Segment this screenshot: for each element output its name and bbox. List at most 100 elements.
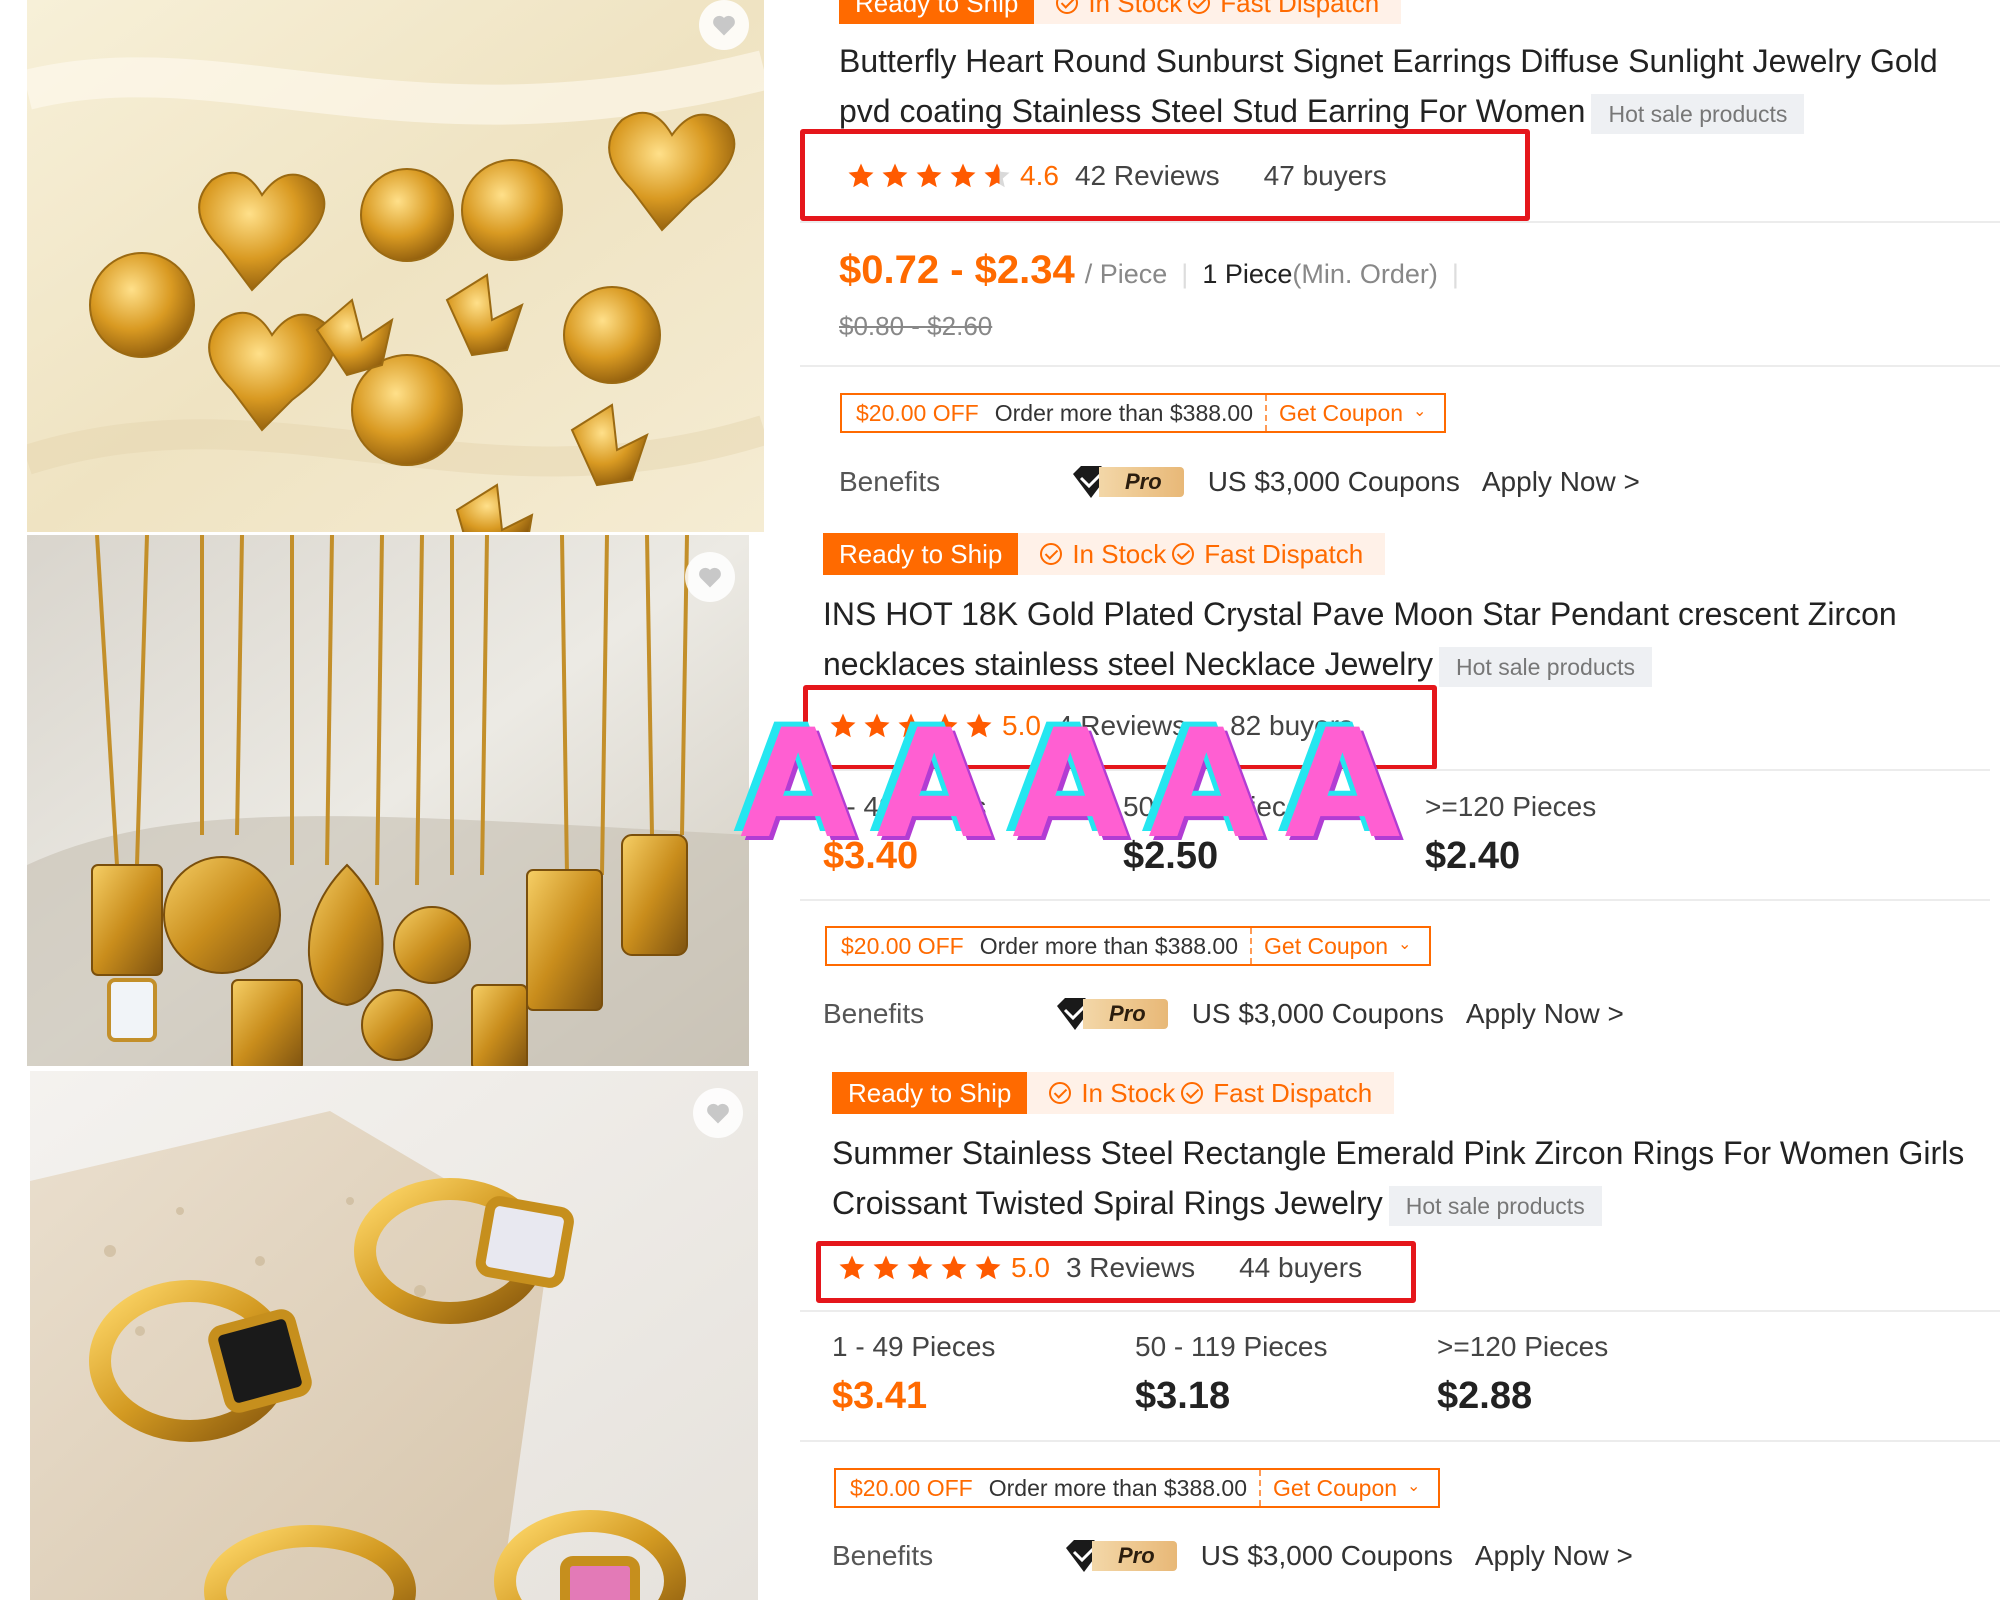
favorite-button[interactable] bbox=[685, 552, 735, 602]
benefits-label: Benefits bbox=[839, 466, 941, 497]
star-icon bbox=[916, 163, 942, 188]
favorite-button[interactable] bbox=[693, 1088, 743, 1138]
rating-score: 4.6 bbox=[1020, 160, 1059, 191]
get-coupon-button[interactable]: Get Coupon bbox=[1267, 400, 1444, 427]
reviews-link[interactable]: 42 Reviews bbox=[1075, 160, 1220, 192]
benefits-row: Benefits Pro US $3,000 Coupons Apply Now… bbox=[832, 1536, 1633, 1576]
original-price: $0.80 - $2.60 bbox=[839, 311, 993, 341]
coupon-tag[interactable]: $20.00 OFF Order more than $388.00 Get C… bbox=[834, 1468, 1441, 1508]
price-range: $0.72 - $2.34 / Piece | 1 Piece (Min. Or… bbox=[839, 248, 1473, 293]
star-icon bbox=[941, 1255, 967, 1280]
heart-icon bbox=[699, 567, 721, 588]
coupon-amount: $20.00 OFF bbox=[856, 399, 979, 426]
product-title-text[interactable]: INS HOT 18K Gold Plated Crystal Pave Moo… bbox=[823, 596, 1897, 682]
tier-price: $3.18 bbox=[1135, 1375, 1231, 1417]
star-icon bbox=[848, 163, 874, 188]
fast-dispatch-label: Fast Dispatch bbox=[1204, 538, 1364, 569]
min-order-qty: 1 Piece bbox=[1202, 259, 1293, 289]
apply-now-link[interactable]: Apply Now > bbox=[1482, 466, 1640, 498]
rating-score: 5.0 bbox=[1011, 1252, 1050, 1283]
product-title[interactable]: INS HOT 18K Gold Plated Crystal Pave Moo… bbox=[823, 589, 1973, 689]
listing-badges: Ready to Ship In Stock Fast Dispatch bbox=[832, 1072, 1395, 1114]
overlay-letters: AAAAA bbox=[740, 710, 1400, 860]
divider bbox=[800, 221, 2000, 223]
rating-row: 4.6 42 Reviews 47 buyers bbox=[846, 156, 1387, 196]
min-order-label: (Min. Order) bbox=[1292, 259, 1438, 289]
check-icon bbox=[1172, 543, 1195, 565]
star-icon bbox=[975, 1255, 1001, 1280]
favorite-button[interactable] bbox=[699, 0, 749, 50]
heart-icon bbox=[713, 15, 735, 36]
overlay-letter: A bbox=[1012, 698, 1129, 872]
tier-quantity: >=120 Pieces bbox=[1425, 791, 1597, 822]
get-coupon-button[interactable]: Get Coupon bbox=[1252, 933, 1429, 960]
reviews-link[interactable]: 3 Reviews bbox=[1066, 1252, 1195, 1284]
buyers-count: 47 buyers bbox=[1263, 160, 1387, 191]
star-icon bbox=[839, 1255, 865, 1280]
in-stock-label: In Stock bbox=[1072, 538, 1167, 569]
necklaces-photo bbox=[27, 535, 749, 1066]
in-stock-label: In Stock bbox=[1088, 0, 1183, 18]
pro-badge: Pro bbox=[1062, 1536, 1177, 1576]
star-icon bbox=[907, 1255, 933, 1280]
ready-to-ship-badge: Ready to Ship bbox=[823, 533, 1019, 575]
price-tier: 50 - 119 Pieces $3.18 bbox=[1135, 1331, 1328, 1418]
tier-quantity: 1 - 49 Pieces bbox=[832, 1331, 996, 1362]
half-star-icon bbox=[984, 163, 1010, 188]
coupon-condition: Order more than $388.00 bbox=[995, 395, 1268, 431]
pro-badge: Pro bbox=[1053, 994, 1168, 1034]
apply-now-link[interactable]: Apply Now > bbox=[1475, 1540, 1633, 1572]
apply-now-link[interactable]: Apply Now > bbox=[1466, 998, 1624, 1030]
check-icon bbox=[1049, 1082, 1072, 1104]
divider bbox=[800, 1310, 2000, 1312]
get-coupon-button[interactable]: Get Coupon bbox=[1261, 1475, 1438, 1502]
divider bbox=[800, 899, 1990, 901]
ready-to-ship-badge: Ready to Ship bbox=[839, 0, 1035, 24]
in-stock-label: In Stock bbox=[1081, 1077, 1176, 1108]
coupon-tag[interactable]: $20.00 OFF Order more than $388.00 Get C… bbox=[825, 926, 1432, 966]
product-image-rings[interactable] bbox=[30, 1071, 758, 1600]
stock-badge: In Stock Fast Dispatch bbox=[1027, 1072, 1395, 1114]
star-rating bbox=[837, 1253, 1003, 1283]
product-title[interactable]: Butterfly Heart Round Sunburst Signet Ea… bbox=[839, 36, 1989, 136]
tier-price: $2.40 bbox=[1425, 835, 1521, 877]
coupon-condition: Order more than $388.00 bbox=[989, 1470, 1262, 1506]
benefits-label: Benefits bbox=[832, 1540, 934, 1571]
price-tier: 1 - 49 Pieces $3.41 bbox=[832, 1331, 995, 1418]
coupons-offer: US $3,000 Coupons bbox=[1191, 998, 1444, 1029]
price-value: $0.72 - $2.34 bbox=[839, 248, 1075, 292]
hot-sale-tag: Hot sale products bbox=[1591, 93, 1805, 134]
stock-badge: In Stock Fast Dispatch bbox=[1034, 0, 1402, 24]
pro-label: Pro bbox=[1099, 467, 1184, 497]
separator: | bbox=[1451, 259, 1459, 289]
check-icon bbox=[1056, 0, 1079, 14]
buyers-count: 44 buyers bbox=[1239, 1252, 1363, 1283]
check-icon bbox=[1181, 1082, 1204, 1104]
heart-icon bbox=[707, 1103, 729, 1124]
overlay-letter: A bbox=[1284, 698, 1401, 872]
coupon-condition: Order more than $388.00 bbox=[980, 928, 1253, 964]
product-image-earrings[interactable] bbox=[27, 0, 764, 532]
tier-quantity: 50 - 119 Pieces bbox=[1135, 1331, 1328, 1362]
pro-label: Pro bbox=[1092, 1541, 1177, 1571]
hot-sale-tag: Hot sale products bbox=[1439, 646, 1653, 687]
check-icon bbox=[1040, 543, 1063, 565]
star-icon bbox=[950, 163, 976, 188]
listing-badges: Ready to Ship In Stock Fast Dispatch bbox=[823, 533, 1386, 575]
earrings-photo bbox=[27, 0, 764, 532]
benefits-row: Benefits Pro US $3,000 Coupons Apply Now… bbox=[839, 462, 1640, 502]
hot-sale-tag: Hot sale products bbox=[1388, 1185, 1602, 1226]
overlay-letter: A bbox=[740, 698, 857, 872]
coupons-offer: US $3,000 Coupons bbox=[1200, 1540, 1453, 1571]
price-tier: >=120 Pieces $2.40 bbox=[1425, 791, 1596, 878]
star-rating bbox=[846, 161, 1012, 191]
tier-price: $2.88 bbox=[1437, 1375, 1533, 1417]
product-image-necklaces[interactable] bbox=[27, 535, 749, 1066]
product-title[interactable]: Summer Stainless Steel Rectangle Emerald… bbox=[832, 1128, 1982, 1228]
tier-quantity: >=120 Pieces bbox=[1437, 1331, 1609, 1362]
fast-dispatch-label: Fast Dispatch bbox=[1213, 1077, 1373, 1108]
coupons-offer: US $3,000 Coupons bbox=[1207, 466, 1460, 497]
pro-badge: Pro bbox=[1069, 462, 1184, 502]
pro-label: Pro bbox=[1083, 999, 1168, 1029]
coupon-tag[interactable]: $20.00 OFF Order more than $388.00 Get C… bbox=[840, 393, 1447, 433]
